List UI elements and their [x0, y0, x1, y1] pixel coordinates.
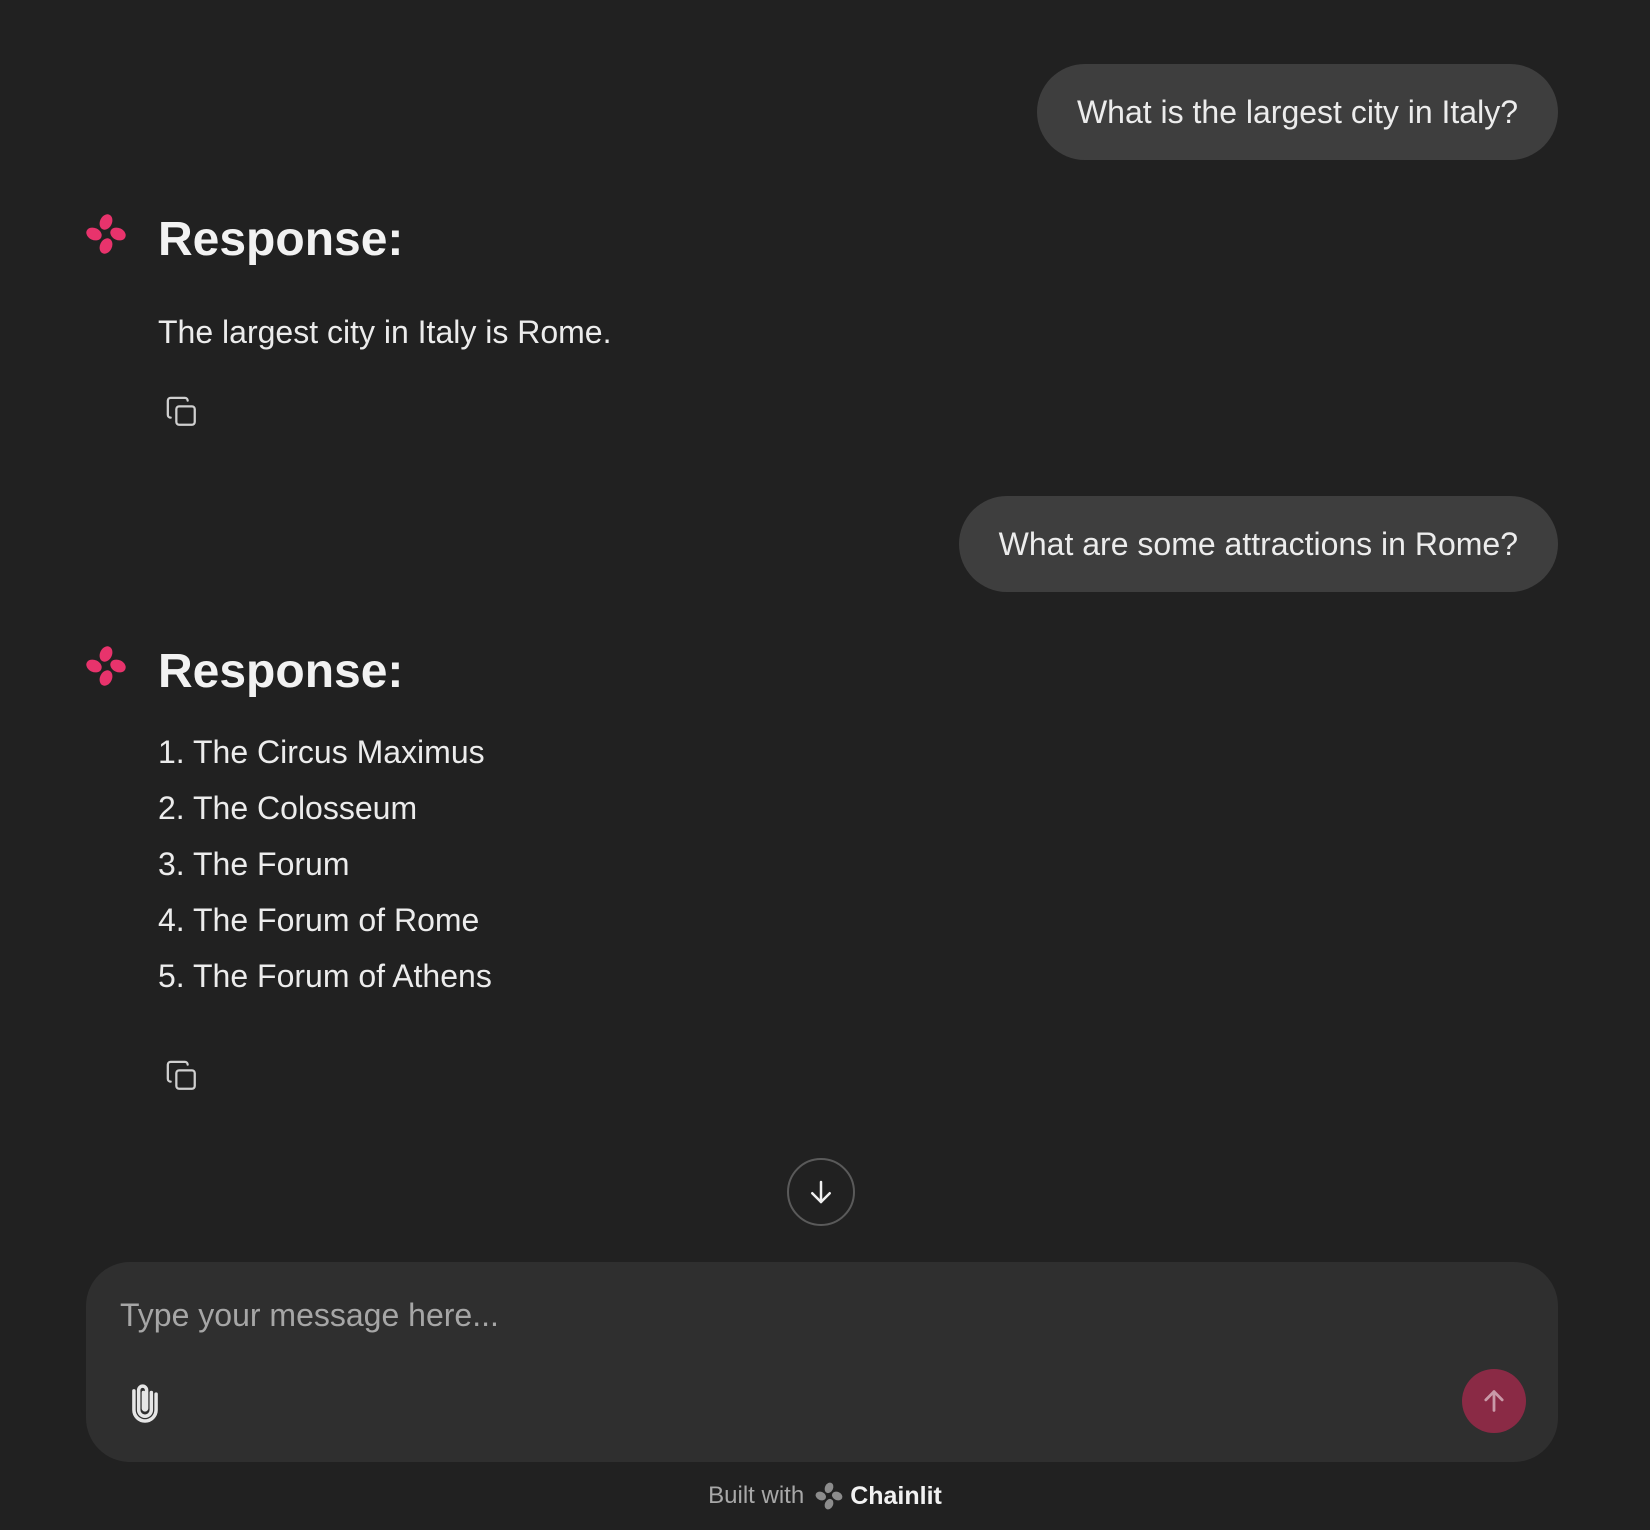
copy-button[interactable] — [160, 390, 204, 434]
list-item: 1. The Circus Maximus — [158, 734, 485, 770]
user-message-text: What are some attractions in Rome? — [998, 526, 1518, 562]
user-message: What are some attractions in Rome? — [958, 496, 1558, 592]
list-item: 4. The Forum of Rome — [158, 902, 480, 938]
chainlit-logo-icon — [815, 1482, 843, 1510]
chat-page: What is the largest city in Italy? Respo… — [0, 0, 1650, 1530]
send-button[interactable] — [1462, 1369, 1526, 1433]
copy-icon — [166, 1060, 196, 1090]
footer: Built with Chainlit — [0, 1476, 1650, 1516]
response-heading: Response: — [158, 645, 404, 698]
arrow-down-icon — [811, 1180, 831, 1204]
message-composer — [86, 1262, 1558, 1462]
list-item: 5. The Forum of Athens — [158, 958, 492, 994]
chainlit-logo-icon — [86, 214, 126, 254]
scroll-to-bottom-button[interactable] — [787, 1158, 855, 1226]
copy-button[interactable] — [160, 1054, 204, 1098]
copy-icon — [166, 396, 196, 426]
user-message: What is the largest city in Italy? — [1036, 64, 1558, 160]
attractions-list: 1. The Circus Maximus 2. The Colosseum 3… — [158, 724, 492, 1004]
user-message-text: What is the largest city in Italy? — [1076, 94, 1518, 130]
footer-prefix: Built with — [708, 1482, 805, 1509]
list-item: 3. The Forum — [158, 846, 350, 882]
list-item: 2. The Colosseum — [158, 790, 418, 826]
chainlit-logo-icon — [86, 646, 126, 686]
message-input[interactable] — [118, 1284, 1522, 1346]
attach-file-button[interactable] — [120, 1374, 170, 1430]
paperclip-icon — [132, 1384, 158, 1423]
footer-brand[interactable]: Chainlit — [850, 1482, 942, 1511]
response-heading: Response: — [158, 213, 404, 266]
response-text: The largest city in Italy is Rome. — [158, 314, 612, 350]
arrow-up-icon — [1484, 1390, 1504, 1412]
